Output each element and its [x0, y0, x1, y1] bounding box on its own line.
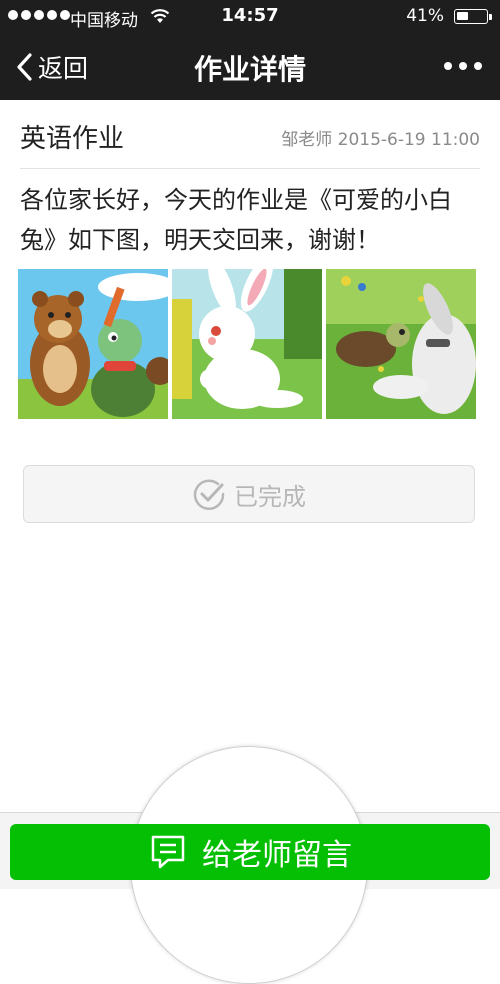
chat-bubble-icon [151, 835, 185, 869]
turtle-and-rabbit-picture[interactable] [326, 269, 476, 419]
completed-label: 已完成 [234, 482, 306, 511]
message-teacher-label: 给老师留言 [202, 838, 352, 873]
back-label: 返回 [38, 54, 89, 83]
checkmark-circle-icon [193, 479, 225, 510]
back-button[interactable]: 返回 [14, 49, 88, 85]
battery-icon [454, 9, 492, 24]
chevron-left-icon [17, 53, 32, 81]
image-gallery [18, 269, 476, 419]
nav-bar: 返回 作业详情 [0, 34, 500, 100]
completed-button[interactable]: 已完成 [23, 465, 475, 523]
divider [20, 168, 480, 169]
homework-description: 各位家长好，今天的作业是《可爱的小白兔》如下图，明天交回来，谢谢！ [20, 186, 452, 254]
homework-meta: 邹老师 2015-6-19 11:00 [281, 130, 480, 150]
white-rabbit-picture[interactable] [172, 269, 322, 419]
top-bar: 中国移动 14:57 41% 返回 作业详情 [0, 0, 500, 100]
homework-title: 英语作业 [20, 124, 125, 154]
message-teacher-button[interactable]: 给老师留言 [10, 824, 490, 880]
bear-and-turtle-picture[interactable] [18, 269, 168, 419]
battery-percent: 41% [406, 6, 444, 26]
more-options-icon[interactable] [444, 62, 482, 70]
status-bar: 中国移动 14:57 41% [0, 0, 500, 34]
